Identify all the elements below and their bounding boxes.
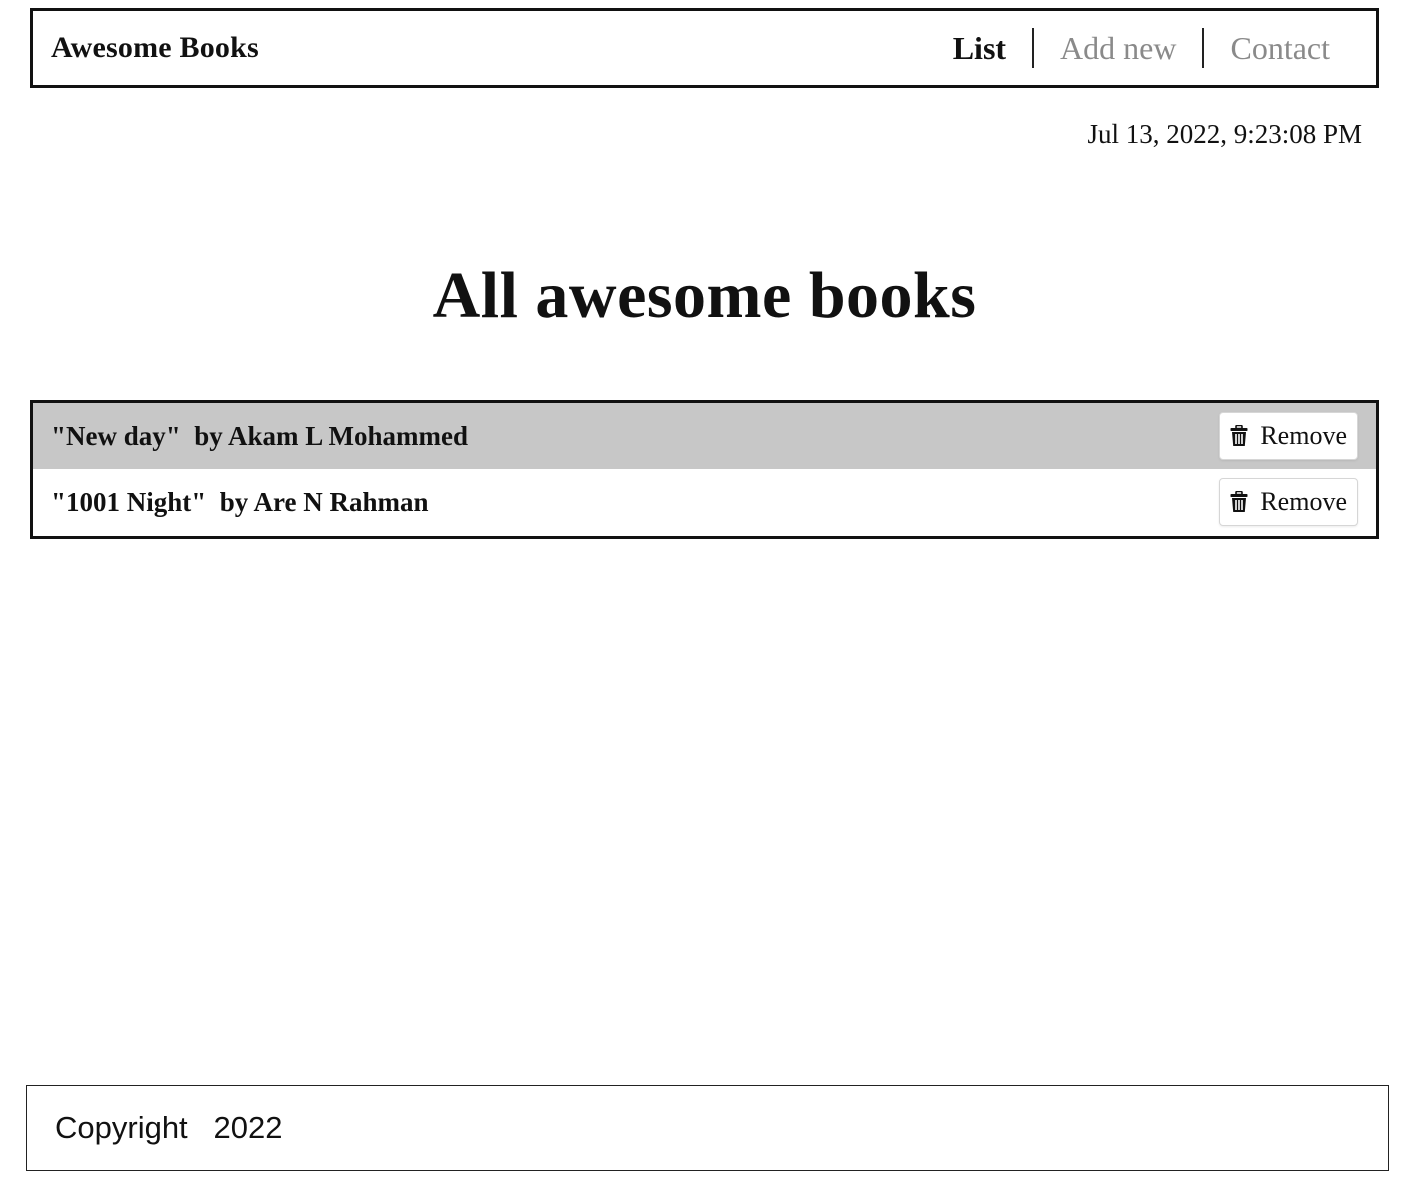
remove-button[interactable]: Remove: [1219, 412, 1358, 460]
copyright-text: Copyright 2022: [55, 1110, 283, 1145]
nav-menu: List Add new Contact: [927, 11, 1356, 85]
book-list: "New day" by Akam L Mohammed Remove "100…: [30, 400, 1379, 539]
remove-button-label: Remove: [1260, 487, 1347, 516]
trash-icon: [1230, 424, 1248, 447]
trash-icon: [1230, 490, 1248, 513]
brand-title: Awesome Books: [51, 31, 259, 64]
remove-button-label: Remove: [1260, 421, 1347, 450]
remove-button[interactable]: Remove: [1219, 478, 1358, 526]
footer: Copyright 2022: [26, 1085, 1389, 1171]
book-entry-text: "New day" by Akam L Mohammed: [51, 420, 469, 451]
book-row: "New day" by Akam L Mohammed Remove: [33, 403, 1376, 469]
book-row: "1001 Night" by Are N Rahman Remove: [33, 469, 1376, 535]
nav-item-add-new[interactable]: Add new: [1034, 28, 1202, 68]
page-title: All awesome books: [432, 259, 977, 332]
current-datetime: Jul 13, 2022, 9:23:08 PM: [1087, 119, 1362, 149]
nav-item-list[interactable]: List: [927, 28, 1032, 68]
navbar: Awesome Books List Add new Contact: [30, 8, 1379, 88]
nav-item-contact[interactable]: Contact: [1204, 28, 1356, 68]
book-entry-text: "1001 Night" by Are N Rahman: [51, 486, 429, 517]
